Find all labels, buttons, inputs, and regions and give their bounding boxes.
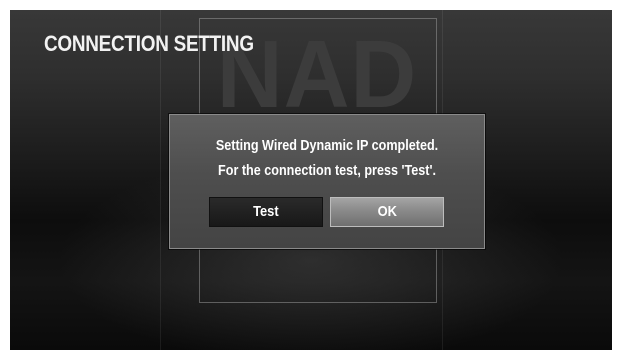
test-button[interactable]: Test bbox=[209, 197, 323, 227]
screen-background: NAD CONNECTION SETTING Setting Wired Dyn… bbox=[10, 10, 612, 350]
ok-button[interactable]: OK bbox=[330, 197, 444, 227]
tv-screen-frame: NAD CONNECTION SETTING Setting Wired Dyn… bbox=[10, 10, 612, 350]
test-button-label: Test bbox=[253, 203, 279, 220]
dialog-message: Setting Wired Dynamic IP completed. For … bbox=[170, 133, 484, 183]
dialog-message-line: For the connection test, press 'Test'. bbox=[218, 162, 436, 179]
connection-dialog: Setting Wired Dynamic IP completed. For … bbox=[169, 114, 485, 249]
ok-button-label: OK bbox=[377, 203, 397, 220]
page-title: CONNECTION SETTING bbox=[44, 31, 254, 56]
dialog-message-line: Setting Wired Dynamic IP completed. bbox=[215, 137, 439, 154]
background-stripe bbox=[160, 10, 161, 350]
